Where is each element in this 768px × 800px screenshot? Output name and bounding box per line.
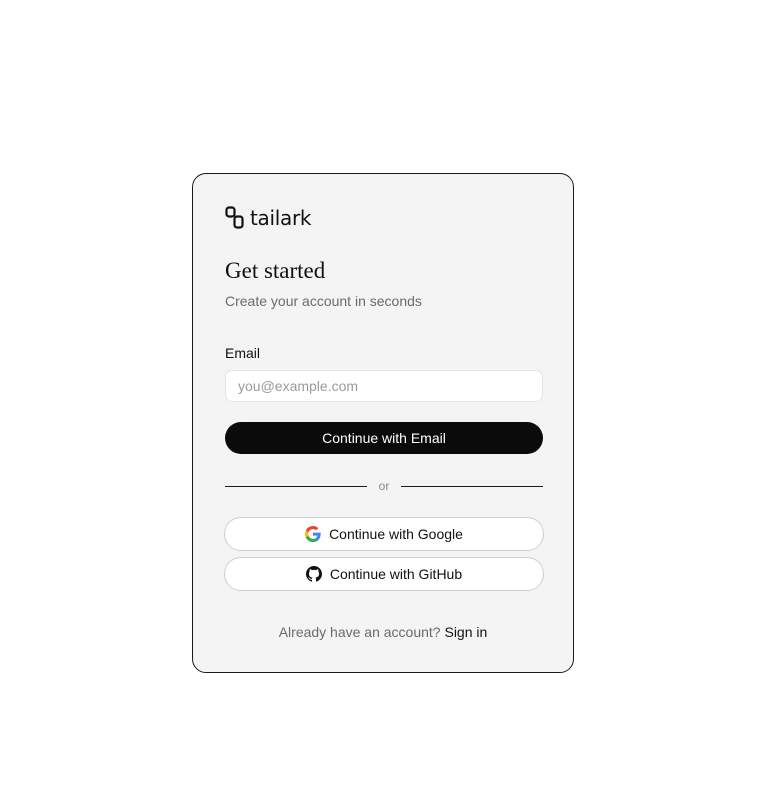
github-button-label: Continue with GitHub (329, 566, 463, 582)
brand-name: tailark (250, 206, 312, 230)
google-button-label: Continue with Google (329, 526, 463, 542)
or-divider: or (225, 478, 544, 494)
signin-prompt-text: Already have an account? (278, 624, 445, 640)
google-icon (305, 526, 321, 542)
github-icon (305, 566, 322, 582)
email-input[interactable] (225, 370, 543, 402)
page-title: Get started (225, 258, 326, 283)
email-label: Email (225, 345, 261, 361)
divider-text: or (378, 479, 390, 493)
signup-card: tailark Get started Create your account … (192, 173, 574, 673)
tailark-logo-icon (225, 206, 245, 230)
continue-with-email-button[interactable]: Continue with Email (225, 422, 543, 454)
signin-prompt: Already have an account? Sign in (193, 623, 573, 641)
brand-logo[interactable]: tailark (225, 206, 311, 230)
divider-line-right (401, 485, 544, 487)
continue-with-google-button[interactable]: Continue with Google (224, 517, 544, 551)
sign-in-link[interactable]: Sign in (444, 624, 487, 640)
page-subtitle: Create your account in seconds (225, 293, 422, 309)
continue-with-github-button[interactable]: Continue with GitHub (224, 557, 544, 591)
divider-line-left (225, 485, 367, 487)
